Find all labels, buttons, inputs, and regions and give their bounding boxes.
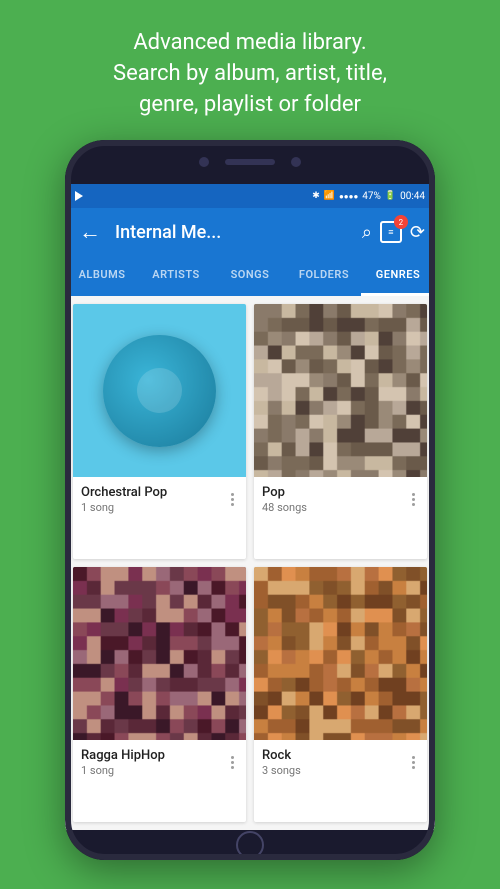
back-button[interactable]: ← <box>75 215 105 249</box>
phone-bottom-bar <box>65 830 435 860</box>
genre-text-pop: Pop 48 songs <box>262 485 408 514</box>
wifi-icon: 📶 <box>324 191 335 201</box>
phone-top-bar <box>65 140 435 184</box>
genre-art-ragga <box>73 567 246 740</box>
more-button-ragga[interactable] <box>227 752 238 773</box>
pop-art-canvas <box>254 304 427 477</box>
home-button[interactable] <box>236 831 264 859</box>
camera-right <box>291 157 301 167</box>
genre-text-rock: Rock 3 songs <box>262 748 408 777</box>
more-button-rock[interactable] <box>408 752 419 773</box>
status-bar: ✱ 📶 ●●●● 47% 🔋 00:44 <box>65 184 435 208</box>
tab-bar: ALBUMS ARTISTS SONGS FOLDERS GENRES <box>65 256 435 296</box>
genre-name-ragga: Ragga HipHop <box>81 748 227 763</box>
genre-card-rock[interactable]: Rock 3 songs <box>254 567 427 822</box>
genre-art-pop <box>254 304 427 477</box>
rock-art-canvas <box>254 567 427 740</box>
genres-grid: Orchestral Pop 1 song Po <box>65 296 435 830</box>
ragga-art-canvas <box>73 567 246 740</box>
app-description: Advanced media library. Search by album,… <box>73 0 427 140</box>
genre-card-ragga[interactable]: Ragga HipHop 1 song <box>73 567 246 822</box>
status-right: ✱ 📶 ●●●● 47% 🔋 00:44 <box>312 191 425 202</box>
tab-albums[interactable]: ALBUMS <box>65 256 139 296</box>
genre-count-rock: 3 songs <box>262 764 408 777</box>
more-button-pop[interactable] <box>408 489 419 510</box>
camera <box>199 157 209 167</box>
genre-card-orchestral[interactable]: Orchestral Pop 1 song <box>73 304 246 559</box>
battery-percent: 47% <box>362 191 381 202</box>
speaker <box>225 159 275 165</box>
tab-folders[interactable]: FOLDERS <box>287 256 361 296</box>
tab-artists[interactable]: ARTISTS <box>139 256 213 296</box>
queue-icon-lines: ≡ <box>388 227 393 238</box>
phone-screen: ✱ 📶 ●●●● 47% 🔋 00:44 ← Internal Me... ⌕ … <box>65 184 435 830</box>
genre-name-orchestral: Orchestral Pop <box>81 485 227 500</box>
orchestral-circle <box>103 335 215 447</box>
status-left <box>75 191 83 201</box>
tab-songs[interactable]: SONGS <box>213 256 287 296</box>
genre-name-pop: Pop <box>262 485 408 500</box>
genre-card-pop[interactable]: Pop 48 songs <box>254 304 427 559</box>
genre-count-orchestral: 1 song <box>81 501 227 514</box>
genre-text-orchestral: Orchestral Pop 1 song <box>81 485 227 514</box>
app-bar-title: Internal Me... <box>115 222 352 243</box>
signal-bars: ●●●● <box>339 192 358 201</box>
genre-count-ragga: 1 song <box>81 764 227 777</box>
genre-art-orchestral <box>73 304 246 477</box>
app-bar: ← Internal Me... ⌕ ≡ 2 ⟳ <box>65 208 435 256</box>
genre-count-pop: 48 songs <box>262 501 408 514</box>
queue-button[interactable]: ≡ 2 <box>380 221 402 243</box>
sync-button[interactable]: ⟳ <box>410 222 425 243</box>
genre-info-orchestral: Orchestral Pop 1 song <box>73 477 246 522</box>
battery-icon: 🔋 <box>385 191 396 201</box>
search-button[interactable]: ⌕ <box>362 222 372 243</box>
bluetooth-icon: ✱ <box>312 191 320 201</box>
genre-info-ragga: Ragga HipHop 1 song <box>73 740 246 785</box>
genre-name-rock: Rock <box>262 748 408 763</box>
genre-text-ragga: Ragga HipHop 1 song <box>81 748 227 777</box>
genre-info-rock: Rock 3 songs <box>254 740 427 785</box>
phone-frame: ✱ 📶 ●●●● 47% 🔋 00:44 ← Internal Me... ⌕ … <box>65 140 435 860</box>
queue-count-badge: 2 <box>394 215 408 229</box>
genre-art-rock <box>254 567 427 740</box>
play-status-icon <box>75 191 83 201</box>
scroll-indicator <box>431 572 435 622</box>
app-bar-actions: ⌕ ≡ 2 ⟳ <box>362 221 425 243</box>
genre-info-pop: Pop 48 songs <box>254 477 427 522</box>
more-button-orchestral[interactable] <box>227 489 238 510</box>
time-display: 00:44 <box>400 191 425 202</box>
tab-genres[interactable]: GENRES <box>361 256 435 296</box>
